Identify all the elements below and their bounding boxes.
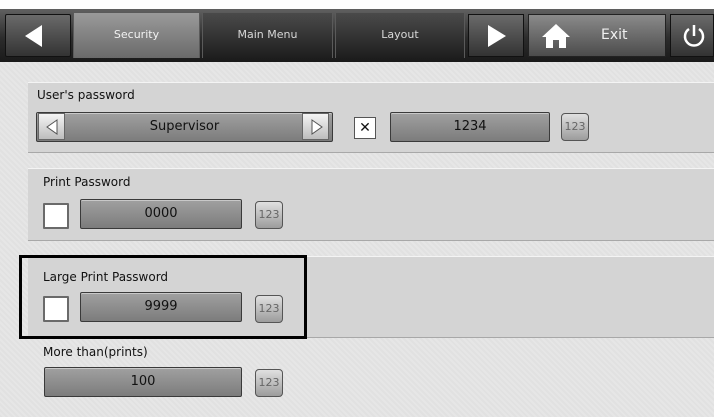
tab-label: Main Menu: [237, 28, 298, 41]
large-print-password-label: Large Print Password: [43, 270, 169, 284]
forward-button[interactable]: [468, 14, 524, 57]
users-password-checkbox[interactable]: ✕: [354, 117, 376, 139]
print-password-keypad-button[interactable]: 123: [255, 201, 283, 229]
tab-label: Layout: [381, 28, 419, 41]
large-print-password-field[interactable]: 9999: [80, 292, 242, 322]
print-password-field[interactable]: 0000: [80, 199, 242, 229]
more-than-prints-value: 100: [130, 374, 156, 389]
users-password-keypad-button[interactable]: 123: [561, 113, 589, 141]
user-selector-field[interactable]: Supervisor: [36, 112, 333, 142]
more-than-prints-label: More than(prints): [43, 345, 148, 359]
keypad-icon-label: 123: [258, 208, 280, 221]
tab-label: Security: [113, 28, 160, 41]
large-print-password-keypad-button[interactable]: 123: [255, 295, 283, 323]
power-icon: [682, 23, 706, 49]
user-next-button[interactable]: [302, 113, 329, 140]
triangle-right-icon: [310, 119, 324, 139]
arrow-left-icon: [22, 24, 46, 48]
user-prev-button[interactable]: [38, 113, 65, 140]
triangle-left-icon: [45, 119, 59, 139]
print-password-checkbox[interactable]: [43, 203, 69, 229]
users-password-field[interactable]: 1234: [390, 112, 550, 142]
tab-layout[interactable]: Layout: [335, 12, 465, 58]
more-than-prints-field[interactable]: 100: [44, 367, 242, 397]
keypad-icon-label: 123: [258, 376, 280, 389]
large-print-password-value: 9999: [144, 299, 178, 314]
top-strip: [0, 0, 714, 9]
users-password-label: User's password: [37, 88, 135, 102]
exit-button[interactable]: Exit: [528, 14, 666, 57]
exit-label: Exit: [601, 27, 628, 43]
print-password-label: Print Password: [43, 175, 131, 189]
large-print-password-checkbox[interactable]: [43, 296, 69, 322]
user-selector-value: Supervisor: [149, 119, 220, 134]
more-than-prints-keypad-button[interactable]: 123: [255, 369, 283, 397]
tab-security[interactable]: Security: [73, 12, 200, 58]
arrow-right-icon: [486, 24, 508, 48]
home-icon: [541, 22, 571, 50]
keypad-icon-label: 123: [564, 120, 586, 133]
print-password-value: 0000: [144, 206, 178, 221]
checkbox-mark: ✕: [359, 120, 371, 136]
tab-main-menu[interactable]: Main Menu: [202, 12, 333, 58]
keypad-icon-label: 123: [258, 302, 280, 315]
users-password-value: 1234: [453, 119, 487, 134]
back-button[interactable]: [5, 14, 71, 57]
power-button[interactable]: [670, 14, 714, 57]
